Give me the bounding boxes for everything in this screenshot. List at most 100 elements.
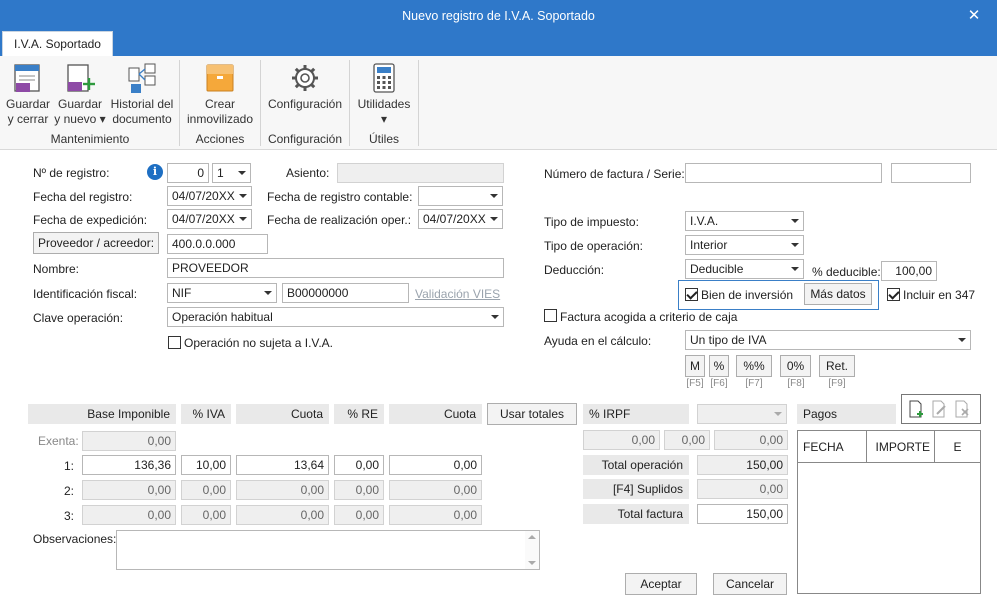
pagos-col-e: E xyxy=(935,431,980,463)
mas-datos-button[interactable]: Más datos xyxy=(804,283,872,305)
chevron-down-icon xyxy=(490,194,498,198)
row-3-re-input: 0,00 xyxy=(334,505,384,525)
new-document-icon[interactable] xyxy=(908,400,924,418)
observaciones-textarea[interactable] xyxy=(116,530,540,570)
row-1-cuota-re-input[interactable]: 0,00 xyxy=(389,455,482,475)
cancelar-button[interactable]: Cancelar xyxy=(713,573,787,595)
chevron-down-icon xyxy=(491,315,499,319)
clave-operacion-select[interactable]: Operación habitual xyxy=(167,307,504,327)
chevron-down-icon xyxy=(239,217,247,221)
tipo-impuesto-select[interactable]: I.V.A. xyxy=(685,211,804,231)
id-fiscal-input[interactable]: B00000000 xyxy=(282,283,409,303)
pagos-col-importe: IMPORTE xyxy=(867,431,935,463)
fecha-realizacion-select[interactable]: 04/07/20XX xyxy=(418,209,503,229)
pagos-table[interactable]: FECHA IMPORTE E xyxy=(797,430,981,594)
group-configuracion: Configuración xyxy=(267,132,343,146)
f8-hint: [F8] xyxy=(787,378,805,389)
delete-document-icon[interactable] xyxy=(954,400,970,418)
tipo-operacion-select[interactable]: Interior xyxy=(685,235,804,255)
group-acciones: Acciones xyxy=(195,132,245,146)
fixed-asset-icon xyxy=(206,64,234,92)
scroll-down-icon[interactable] xyxy=(528,561,536,565)
exenta-label: Exenta: xyxy=(38,434,79,448)
utilities-button[interactable]: Utilidades ▾ xyxy=(354,62,414,127)
calc-double-percent-button[interactable]: %% xyxy=(736,355,772,377)
validacion-vies-link[interactable]: Validación VIES xyxy=(415,287,500,301)
num-factura-label: Número de factura / Serie: xyxy=(544,167,685,181)
proveedor-button[interactable]: Proveedor / acreedor: xyxy=(33,232,159,254)
row-3-base-input: 0,00 xyxy=(82,505,176,525)
ribbon: Guardar y cerrar Guardar y nuevo ▾ Histo… xyxy=(0,56,997,150)
fecha-registro-select[interactable]: 04/07/20XX xyxy=(167,186,252,206)
total-factura-input[interactable]: 150,00 xyxy=(697,504,788,524)
pagos-header: Pagos xyxy=(797,404,896,424)
incluir-347-checkbox[interactable] xyxy=(887,288,900,301)
f7-hint: [F7] xyxy=(745,378,763,389)
calc-ret-button[interactable]: Ret. xyxy=(819,355,855,377)
exenta-input: 0,00 xyxy=(82,431,176,451)
fecha-expedicion-label: Fecha de expedición: xyxy=(33,213,148,227)
f9-hint: [F9] xyxy=(828,378,846,389)
fecha-registro-label: Fecha del registro: xyxy=(33,190,133,204)
gear-icon xyxy=(292,65,318,91)
no-sujeta-label: Operación no sujeta a I.V.A. xyxy=(184,336,333,350)
utilities-label: Utilidades xyxy=(357,97,411,111)
iva-header: % IVA xyxy=(181,404,231,424)
create-fixed-asset-label-1: Crear xyxy=(204,97,235,111)
chevron-down-icon xyxy=(238,171,246,175)
history-button[interactable]: Historial del documento xyxy=(108,62,176,127)
criterio-caja-checkbox[interactable] xyxy=(544,309,557,322)
bien-inversion-checkbox[interactable] xyxy=(685,288,698,301)
nombre-input[interactable]: PROVEEDOR xyxy=(167,258,504,278)
group-utiles: Útiles xyxy=(368,132,399,146)
f6-hint: [F6] xyxy=(710,378,728,389)
row-1-base-input[interactable]: 136,36 xyxy=(82,455,176,475)
configuration-button[interactable]: Configuración xyxy=(264,62,346,112)
ayuda-calculo-value: Un tipo de IVA xyxy=(690,333,767,347)
save-new-icon xyxy=(67,64,95,92)
fecha-realizacion-label: Fecha de realización oper.: xyxy=(267,213,412,227)
num-registro-serie-select[interactable]: 1 xyxy=(212,163,251,183)
pct-deducible-input[interactable]: 100,00 xyxy=(881,261,937,281)
ribbon-separator xyxy=(349,60,350,146)
irpf-base-input: 0,00 xyxy=(583,430,660,450)
row-2-base-input: 0,00 xyxy=(82,480,176,500)
ribbon-tab-strip xyxy=(0,32,997,56)
tab-iva-soportado[interactable]: I.V.A. Soportado xyxy=(2,31,113,56)
total-factura-label: Total factura xyxy=(583,504,689,524)
num-registro-input[interactable]: 0 xyxy=(167,163,209,183)
row-1-iva-input[interactable]: 10,00 xyxy=(181,455,231,475)
fecha-expedicion-select[interactable]: 04/07/20XX xyxy=(167,209,252,229)
row-1-cuota-input[interactable]: 13,64 xyxy=(236,455,329,475)
chevron-down-icon: ▾ xyxy=(380,112,388,126)
save-close-button[interactable]: Guardar y cerrar xyxy=(2,62,54,127)
observaciones-scrollbar[interactable] xyxy=(525,531,539,569)
row-3-cuota-re-input: 0,00 xyxy=(389,505,482,525)
edit-document-icon[interactable] xyxy=(931,400,947,418)
calc-zero-percent-button[interactable]: 0% xyxy=(780,355,811,377)
group-mantenimiento: Mantenimiento xyxy=(50,132,130,146)
row-2-re-input: 0,00 xyxy=(334,480,384,500)
save-new-button[interactable]: Guardar y nuevo ▾ xyxy=(54,62,106,127)
usar-totales-button[interactable]: Usar totales xyxy=(487,403,577,425)
scroll-up-icon[interactable] xyxy=(528,535,536,539)
calc-percent-button[interactable]: % xyxy=(709,355,729,377)
info-icon[interactable]: i xyxy=(147,164,163,180)
close-icon[interactable]: ✕ xyxy=(951,0,997,32)
aceptar-button[interactable]: Aceptar xyxy=(625,573,697,595)
title-bar: Nuevo registro de I.V.A. Soportado ✕ xyxy=(0,0,997,32)
calc-m-button[interactable]: M xyxy=(685,355,705,377)
row-1-re-input[interactable]: 0,00 xyxy=(334,455,384,475)
proveedor-input[interactable]: 400.0.0.000 xyxy=(167,234,268,254)
ayuda-calculo-select[interactable]: Un tipo de IVA xyxy=(685,330,971,350)
deduccion-select[interactable]: Deducible xyxy=(685,259,804,279)
id-fiscal-tipo-select[interactable]: NIF xyxy=(167,283,277,303)
num-factura-input[interactable] xyxy=(685,163,882,183)
no-sujeta-checkbox[interactable] xyxy=(168,336,181,349)
create-fixed-asset-button[interactable]: Crear inmovilizado xyxy=(182,62,258,127)
chevron-down-icon xyxy=(791,243,799,247)
serie-input[interactable] xyxy=(891,163,971,183)
history-icon xyxy=(128,63,156,93)
fecha-contable-select[interactable] xyxy=(418,186,503,206)
row-2-label: 2: xyxy=(64,484,75,498)
